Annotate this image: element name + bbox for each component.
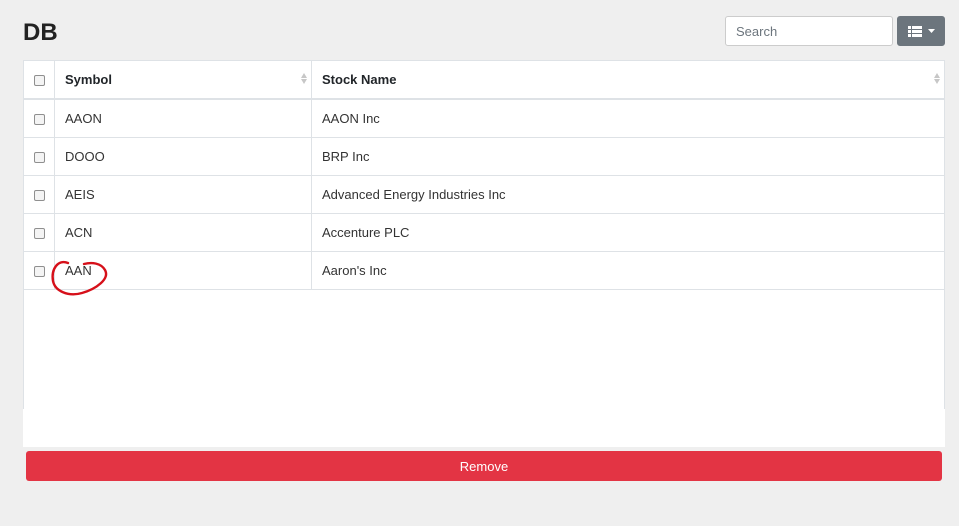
row-checkbox[interactable] — [33, 265, 45, 277]
select-all-cell — [24, 61, 55, 99]
table-row[interactable]: AAN Aaron's Inc — [24, 251, 944, 289]
table-row[interactable]: AEIS Advanced Energy Industries Inc — [24, 175, 944, 213]
stock-name-cell: BRP Inc — [322, 148, 370, 164]
row-checkbox[interactable] — [33, 151, 45, 163]
table-footer-area — [23, 409, 945, 447]
symbol-cell: AAON — [54, 99, 312, 137]
caret-down-icon — [927, 29, 935, 33]
stock-name-cell: Aaron's Inc — [322, 262, 387, 278]
row-checkbox[interactable] — [33, 227, 45, 239]
stocks-table-container: Symbol Stock Name AAON AAON Inc DOOO BRP… — [23, 60, 945, 410]
sort-icon[interactable] — [301, 73, 307, 84]
search-input[interactable] — [725, 16, 893, 46]
column-header-label: Symbol — [65, 72, 112, 87]
stocks-table: Symbol Stock Name AAON AAON Inc DOOO BRP… — [24, 61, 944, 290]
column-header-symbol[interactable]: Symbol — [54, 61, 312, 99]
select-all-checkbox[interactable] — [33, 75, 45, 87]
row-checkbox[interactable] — [33, 189, 45, 201]
column-header-stock-name[interactable]: Stock Name — [312, 61, 945, 99]
symbol-cell: ACN — [54, 213, 312, 251]
table-row[interactable]: DOOO BRP Inc — [24, 137, 944, 175]
columns-toggle-button[interactable] — [897, 16, 945, 46]
row-checkbox[interactable] — [33, 113, 45, 125]
page-title: DB — [23, 19, 58, 46]
row-select-cell — [24, 213, 55, 251]
symbol-cell: DOOO — [54, 137, 312, 175]
stock-name-cell: Advanced Energy Industries Inc — [322, 186, 506, 202]
table-header-row: Symbol Stock Name — [24, 61, 944, 99]
sort-icon[interactable] — [934, 73, 940, 84]
table-row[interactable]: ACN Accenture PLC — [24, 213, 944, 251]
table-row[interactable]: AAON AAON Inc — [24, 99, 944, 137]
row-select-cell — [24, 137, 55, 175]
column-header-label: Stock Name — [322, 72, 397, 87]
symbol-cell: AEIS — [54, 175, 312, 213]
row-select-cell — [24, 175, 55, 213]
row-select-cell — [24, 251, 55, 289]
remove-button[interactable]: Remove — [26, 451, 942, 481]
row-select-cell — [24, 99, 55, 137]
symbol-cell: AAN — [54, 251, 312, 289]
stock-name-cell: AAON Inc — [322, 110, 380, 126]
list-columns-icon — [907, 25, 922, 37]
stock-name-cell: Accenture PLC — [322, 224, 410, 240]
